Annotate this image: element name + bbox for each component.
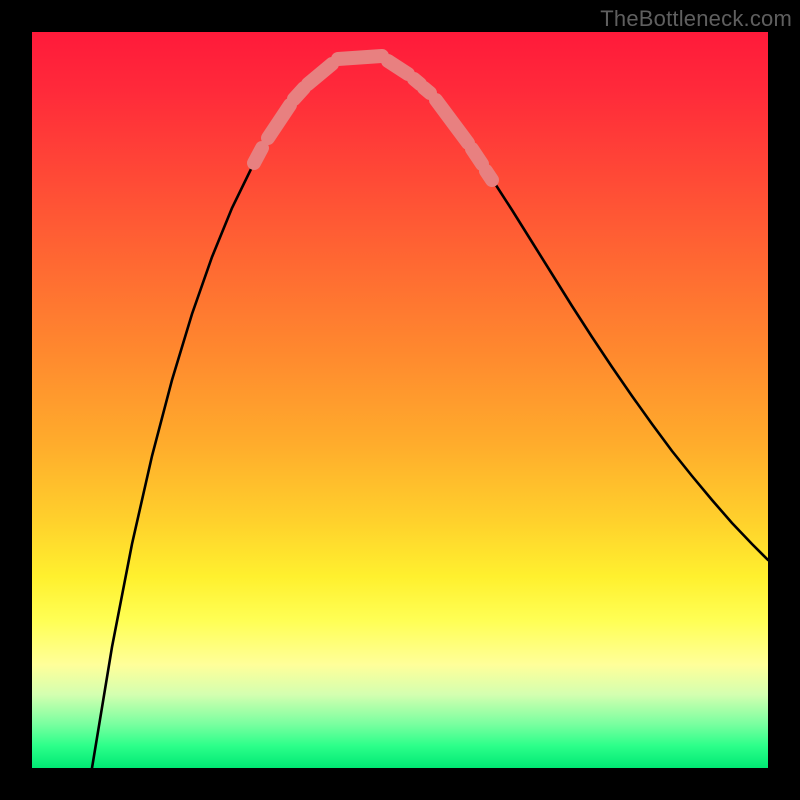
highlight-segment (424, 88, 430, 93)
chart-frame: TheBottleneck.com (0, 0, 800, 800)
highlight-segment (472, 149, 482, 164)
watermark-text: TheBottleneck.com (600, 6, 792, 32)
highlight-segment (268, 105, 290, 138)
highlight-segment (294, 88, 304, 99)
highlight-segment (486, 171, 492, 180)
highlight-segment (308, 64, 332, 84)
highlight-segment (254, 148, 262, 163)
plot-area (32, 32, 768, 768)
highlight-segment (388, 61, 408, 74)
highlight-segment (338, 56, 382, 59)
highlight-segment (436, 100, 468, 143)
highlight-segments-group (254, 56, 492, 180)
curve-layer (32, 32, 768, 768)
bottleneck-curve (92, 53, 768, 768)
